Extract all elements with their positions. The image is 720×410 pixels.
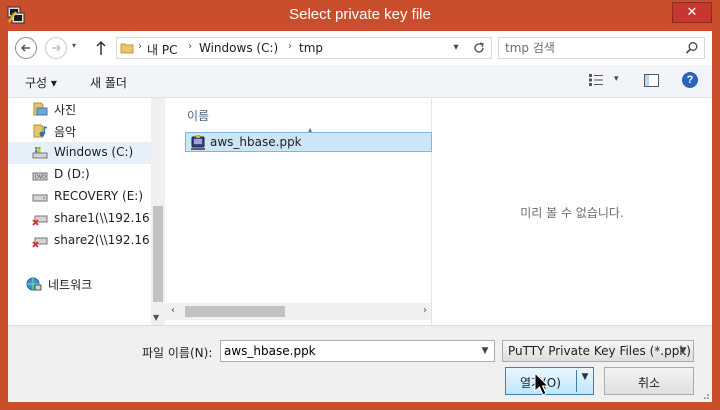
new-folder-button[interactable]: 새 폴더 <box>90 74 127 91</box>
sidebar-item-windows-c[interactable]: Windows (C:) <box>8 142 151 164</box>
dialog-client: ▾ › 내 PC › Windows (C:) › tmp ▾ 구성 ▾ 새 폴… <box>8 31 712 402</box>
help-icon[interactable]: ? <box>682 72 698 88</box>
address-dropdown-icon[interactable]: ▾ <box>447 39 465 57</box>
network-drive-disconnected-icon <box>32 215 48 226</box>
title-bar[interactable]: Select private key file ✕ <box>0 0 720 30</box>
network-icon <box>26 277 42 291</box>
file-item[interactable]: aws_hbase.ppk <box>185 132 432 152</box>
scroll-left-arrow-icon[interactable]: ‹ <box>171 305 175 316</box>
drive-icon <box>32 194 48 202</box>
chevron-down-icon[interactable]: ▼ <box>476 341 494 361</box>
back-button[interactable] <box>15 37 37 59</box>
sidebar-item-music[interactable]: 음악 <box>8 120 151 142</box>
scroll-down-arrow-icon[interactable]: ▼ <box>153 313 159 322</box>
search-icon[interactable] <box>685 41 699 55</box>
scrollbar-thumb[interactable] <box>153 206 163 302</box>
filename-label: 파일 이름(N): <box>142 346 213 360</box>
up-arrow-icon[interactable] <box>94 39 108 57</box>
filename-input[interactable] <box>224 343 464 359</box>
chevron-down-icon: ▼ <box>679 346 687 356</box>
preview-pane: 미리 볼 수 없습니다. <box>432 98 712 325</box>
search-input[interactable] <box>505 40 675 56</box>
breadcrumb-item-windows-c[interactable]: Windows (C:) <box>199 41 278 55</box>
folder-icon <box>120 43 134 54</box>
music-icon <box>33 124 48 138</box>
sidebar-item-recovery-e[interactable]: RECOVERY (E:) <box>8 186 151 208</box>
sidebar-item-pictures[interactable]: 사진 <box>8 98 151 120</box>
file-type-select[interactable]: PuTTY Private Key Files (*.ppk) ▼ <box>502 340 694 362</box>
scrollbar-thumb[interactable] <box>185 306 285 317</box>
preview-pane-toggle-icon[interactable] <box>644 74 659 87</box>
sidebar-item-share1[interactable]: share1(\\192.16 <box>8 208 151 230</box>
close-button[interactable]: ✕ <box>672 2 712 23</box>
search-box[interactable] <box>498 37 705 59</box>
command-toolbar: 구성 ▾ 새 폴더 ▾ ? <box>8 65 712 98</box>
preview-unavailable-message: 미리 볼 수 없습니다. <box>520 206 624 220</box>
network-drive-disconnected-icon <box>32 237 48 248</box>
cancel-button[interactable]: 취소 <box>604 367 694 395</box>
mouse-cursor-icon <box>534 372 550 396</box>
breadcrumb-separator-icon: › <box>188 41 192 52</box>
ppk-key-file-icon <box>191 135 205 150</box>
navigation-bar: ▾ › 내 PC › Windows (C:) › tmp ▾ <box>8 31 712 65</box>
file-list-horizontal-scrollbar[interactable]: ‹ › <box>165 303 431 320</box>
window-title: Select private key file <box>289 6 431 23</box>
recent-locations-dropdown[interactable]: ▾ <box>72 41 76 50</box>
address-bar[interactable]: › 내 PC › Windows (C:) › tmp ▾ <box>116 37 492 59</box>
svg-text:DVD: DVD <box>35 175 46 181</box>
close-icon: ✕ <box>686 5 698 20</box>
breadcrumb-separator-icon: › <box>138 41 142 52</box>
dialog-window: Select private key file ✕ ▾ › 내 PC › Win… <box>0 0 720 410</box>
organize-menu[interactable]: 구성 ▾ <box>25 74 57 91</box>
sidebar-item-d-drive[interactable]: DVD D (D:) <box>8 164 151 186</box>
breadcrumb-separator-icon: › <box>288 41 292 52</box>
breadcrumb-item-this-pc[interactable]: 내 PC <box>147 41 177 58</box>
drive-c-icon <box>32 147 48 159</box>
view-dropdown-icon[interactable]: ▾ <box>614 74 619 84</box>
pictures-icon <box>33 102 48 116</box>
dialog-footer: 파일 이름(N): ▼ PuTTY Private Key Files (*.p… <box>8 325 712 402</box>
forward-button[interactable] <box>45 37 67 59</box>
dvd-drive-icon: DVD <box>32 172 48 181</box>
navigation-pane-scrollbar[interactable]: ▼ <box>151 98 165 325</box>
file-list-pane: ▲ 이름 aws_hbase.ppk ‹ › <box>165 98 432 325</box>
breadcrumb-item-tmp[interactable]: tmp <box>299 41 323 55</box>
back-arrow-icon <box>20 44 30 52</box>
refresh-icon[interactable] <box>470 39 488 57</box>
sidebar-item-share2[interactable]: share2(\\192.16 <box>8 230 151 252</box>
sidebar-item-network[interactable]: 네트워크 <box>8 273 151 295</box>
view-options-icon[interactable] <box>588 73 604 87</box>
split-divider <box>576 370 577 392</box>
navigation-pane: 사진 음악 Windows (C:) DVD D (D:) RECOVERY (… <box>8 98 151 325</box>
scroll-right-arrow-icon[interactable]: › <box>423 305 427 316</box>
open-options-dropdown-icon[interactable]: ▼ <box>578 372 592 382</box>
forward-arrow-icon <box>52 44 62 52</box>
column-header-name[interactable]: 이름 <box>187 107 209 124</box>
resize-grip-icon[interactable] <box>700 390 710 400</box>
filename-combobox[interactable]: ▼ <box>220 340 495 362</box>
